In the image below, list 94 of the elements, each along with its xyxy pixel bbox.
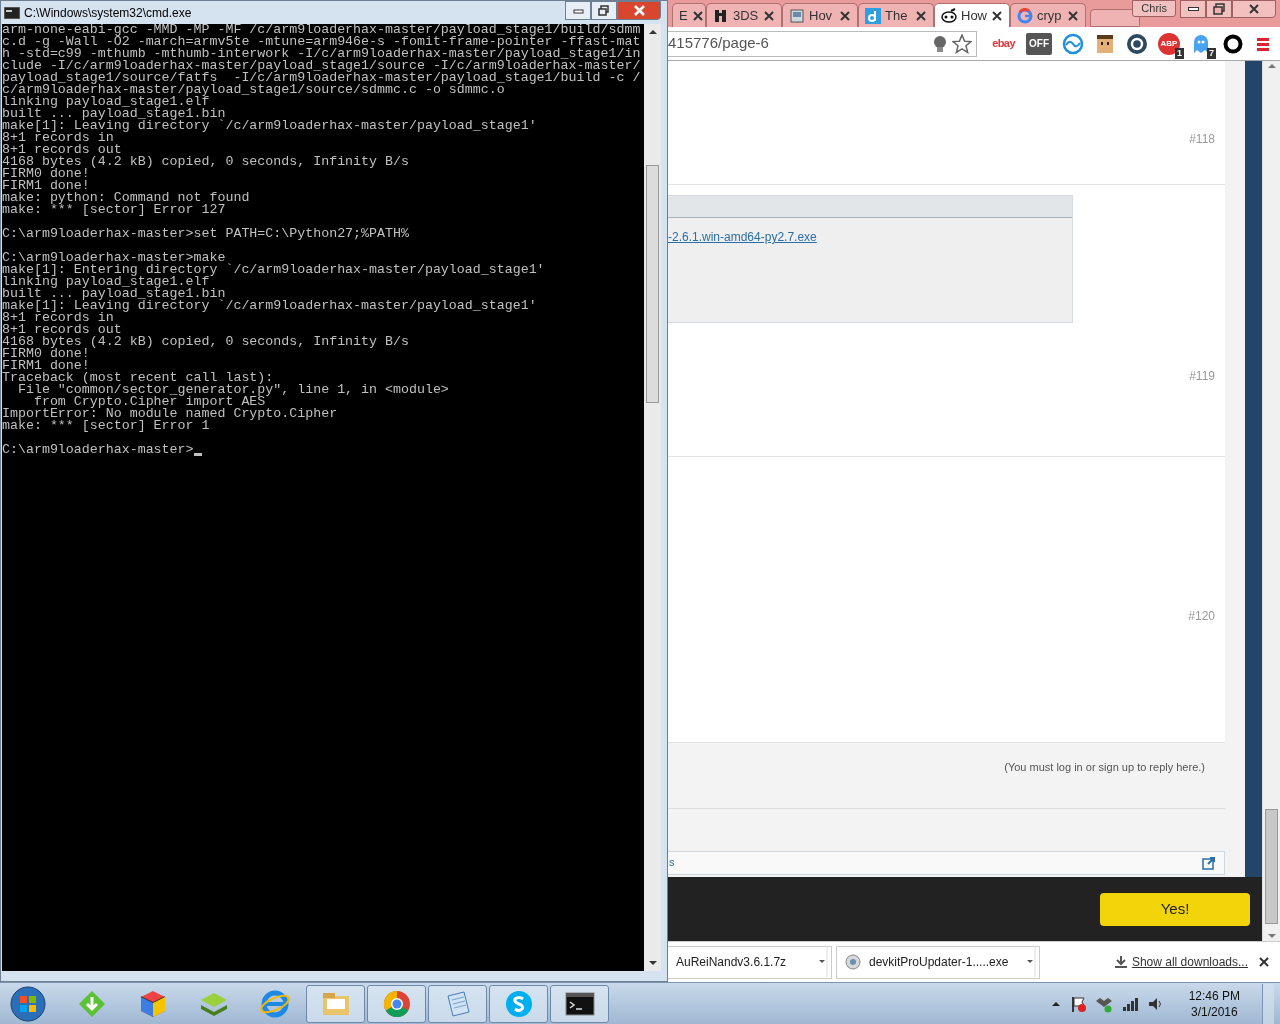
badge: 7 [1207,47,1216,59]
installer-icon [845,954,861,970]
console-line: built ... payload_stage1.bin [2,108,226,120]
close-icon[interactable] [763,9,775,22]
close-icon[interactable] [915,9,927,22]
browser-tab[interactable]: How [934,3,1010,27]
lightbulb-icon [932,34,949,53]
console-line: File "common/sector_generator.py", line 1, in <module> [16,384,449,396]
sync-icon[interactable] [1062,32,1084,55]
console-line: make[1]: Entering directory `/c/arm9loaderhax-master/payload_stage1' [2,264,545,276]
mascot-icon [941,7,957,24]
console-line: FIRM0 done! [2,168,90,180]
console-line: payload_stage1/source/fatfs -I/c/arm9loaderhax-master/payload_stage1/build -c / [2,72,641,84]
close-icon[interactable] [1067,9,1079,22]
close-icon[interactable] [1258,956,1270,968]
window-title: C:\Windows\system32\cmd.exe [24,4,192,22]
yes-button[interactable]: Yes! [1100,892,1250,926]
console-line: clude -I/c/arm9loaderhax-master/payload_stage1/source -I/c/arm9loaderhax-master/ [2,60,641,72]
console-line: c/arm9loaderhax-master/payload_stage1/source/sdmmc.c -o sdmmc.o [2,84,505,96]
star-icon[interactable] [952,33,973,54]
arrow-up-icon [1266,61,1277,71]
console-line: 8+1 records out [2,324,122,336]
console-line: c.d -g -Wall -O2 -march=armv5te -mtune=arm946e-s -fomit-frame-pointer -ffast-mat [2,36,641,48]
console-line: 8+1 records in [2,132,114,144]
scroll-thumb[interactable] [646,165,659,403]
g-logo-icon [1017,7,1033,24]
console-icon [4,6,20,19]
close-icon[interactable] [691,9,704,22]
clock[interactable]: 12:46 PM 3/1/2016 [1188,987,1240,1020]
console-line: make: python: Command not found [2,192,250,204]
user-badge[interactable]: Chris [1132,0,1176,17]
browser-tab[interactable]: cryp [1010,3,1086,27]
console-line: make: *** [sector] Error 1 [2,420,210,432]
console-line: make[1]: Leaving directory `/c/arm9loaderhax-master/payload_stage1' [2,300,537,312]
scroll-thumb[interactable] [1265,808,1278,924]
console-line: 4168 bytes (4.2 kB) copied, 0 seconds, Infinity B/s [2,156,409,168]
extension-button[interactable]: ebay [991,32,1016,55]
close-button[interactable] [1232,0,1276,18]
console-line: h -std=c99 -mthumb -mthumb-interwork -I/c/arm9loaderhax-master/payload_stage1/in [2,48,641,60]
address-bar[interactable]: 415776/page-6 [668,30,978,57]
arrow-down-icon [1266,931,1277,941]
console-line: FIRM0 done! [2,348,90,360]
start-orb-icon[interactable] [8,983,48,1024]
console-line: C:\arm9loaderhax-master> [2,444,194,456]
arrow-up-icon [647,27,658,37]
console-line: 8+1 records in [2,312,114,324]
close-button[interactable] [617,1,661,20]
taskbar-button[interactable] [550,984,609,1023]
browser-tab[interactable]: E [672,3,706,27]
reply-note: (You must log in or sign up to reply here.) [1004,760,1205,775]
face-icon[interactable] [1094,32,1116,55]
d-logo-icon [865,7,881,24]
browser-tab[interactable]: Hov [782,3,858,27]
close-icon [1249,4,1259,14]
browser-tab[interactable]: The [858,3,934,27]
console-line: linking payload_stage1.elf [2,276,210,288]
console-line: make[1]: Leaving directory `/c/arm9loaderhax-master/payload_stage1' [2,120,537,132]
maximize-button[interactable] [591,1,617,20]
console-line: FIRM1 done! [2,180,90,192]
console-line: FIRM1 done! [2,360,90,372]
show-all-downloads-link[interactable]: Show all downloads... [1131,953,1248,971]
console-line: from Crypto.Cipher import AES [33,396,266,408]
console-line: 4168 bytes (4.2 kB) copied, 0 seconds, Infinity B/s [2,336,409,348]
console-line: arm-none-eabi-gcc -MMD -MP -MF /c/arm9loaderhax-master/payload_stage1/build/sdmm [2,24,641,36]
console-line: Traceback (most recent call last): [2,372,274,384]
browser-tab[interactable]: 3DS [706,3,782,27]
scrollbar[interactable] [1262,61,1280,941]
breadcrumb-link[interactable]: s [668,854,687,871]
close-icon[interactable] [991,9,1003,22]
maximize-icon [1213,3,1225,15]
ring-icon[interactable] [1222,32,1244,55]
console-line: built ... payload_stage1.bin [2,288,226,300]
page-icon [789,7,805,24]
figure-icon [713,7,729,24]
attachment-link[interactable]: -2.6.1.win-amd64-py2.7.exe [668,228,817,246]
close-icon[interactable] [839,9,851,22]
console-line: ImportError: No module named Crypto.Cipher [2,408,338,420]
console-line: 8+1 records out [2,144,122,156]
badge: 1 [1175,47,1184,59]
console-line: make: *** [sector] Error 127 [2,204,226,216]
minimize-icon [1187,7,1199,11]
console-line: linking payload_stage1.elf [2,96,210,108]
extension-button[interactable]: OFF [1026,32,1052,55]
maximize-button[interactable] [1206,0,1232,18]
console-line: C:\arm9loaderhax-master>set PATH=C:\Python27;%PATH% [2,228,409,240]
download-icon [1113,955,1128,969]
download-item[interactable]: devkitProUpdater-1.....exe [836,945,1040,979]
scrollbar[interactable] [644,24,661,971]
disc-icon[interactable] [1126,32,1148,55]
download-item[interactable]: AuReiNandv3.6.1.7z [668,945,832,979]
popout-icon[interactable] [1202,855,1216,870]
console-line: C:\arm9loaderhax-master>make [2,252,226,264]
arrow-down-icon [647,958,658,968]
minimize-button[interactable] [1180,0,1206,18]
